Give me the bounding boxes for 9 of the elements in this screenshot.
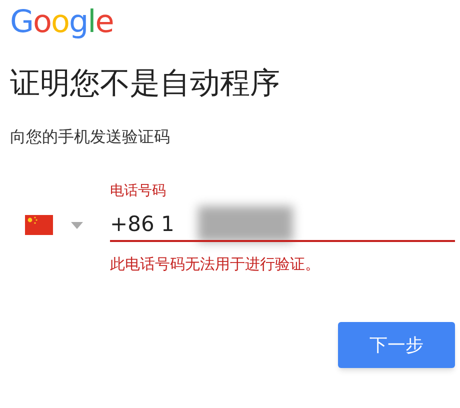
field-label: 电话号码 <box>110 182 167 200</box>
phone-input-field[interactable]: +86 1 <box>110 210 455 242</box>
flag-icon <box>25 215 53 235</box>
page-title: 证明您不是自动程序 <box>9 65 281 103</box>
error-message: 此电话号码无法用于进行验证。 <box>110 254 321 274</box>
instruction-text: 向您的手机发送验证码 <box>9 126 171 148</box>
google-logo: Google <box>9 3 114 42</box>
next-button[interactable]: 下一步 <box>338 322 455 368</box>
dropdown-caret-icon[interactable] <box>71 222 83 228</box>
